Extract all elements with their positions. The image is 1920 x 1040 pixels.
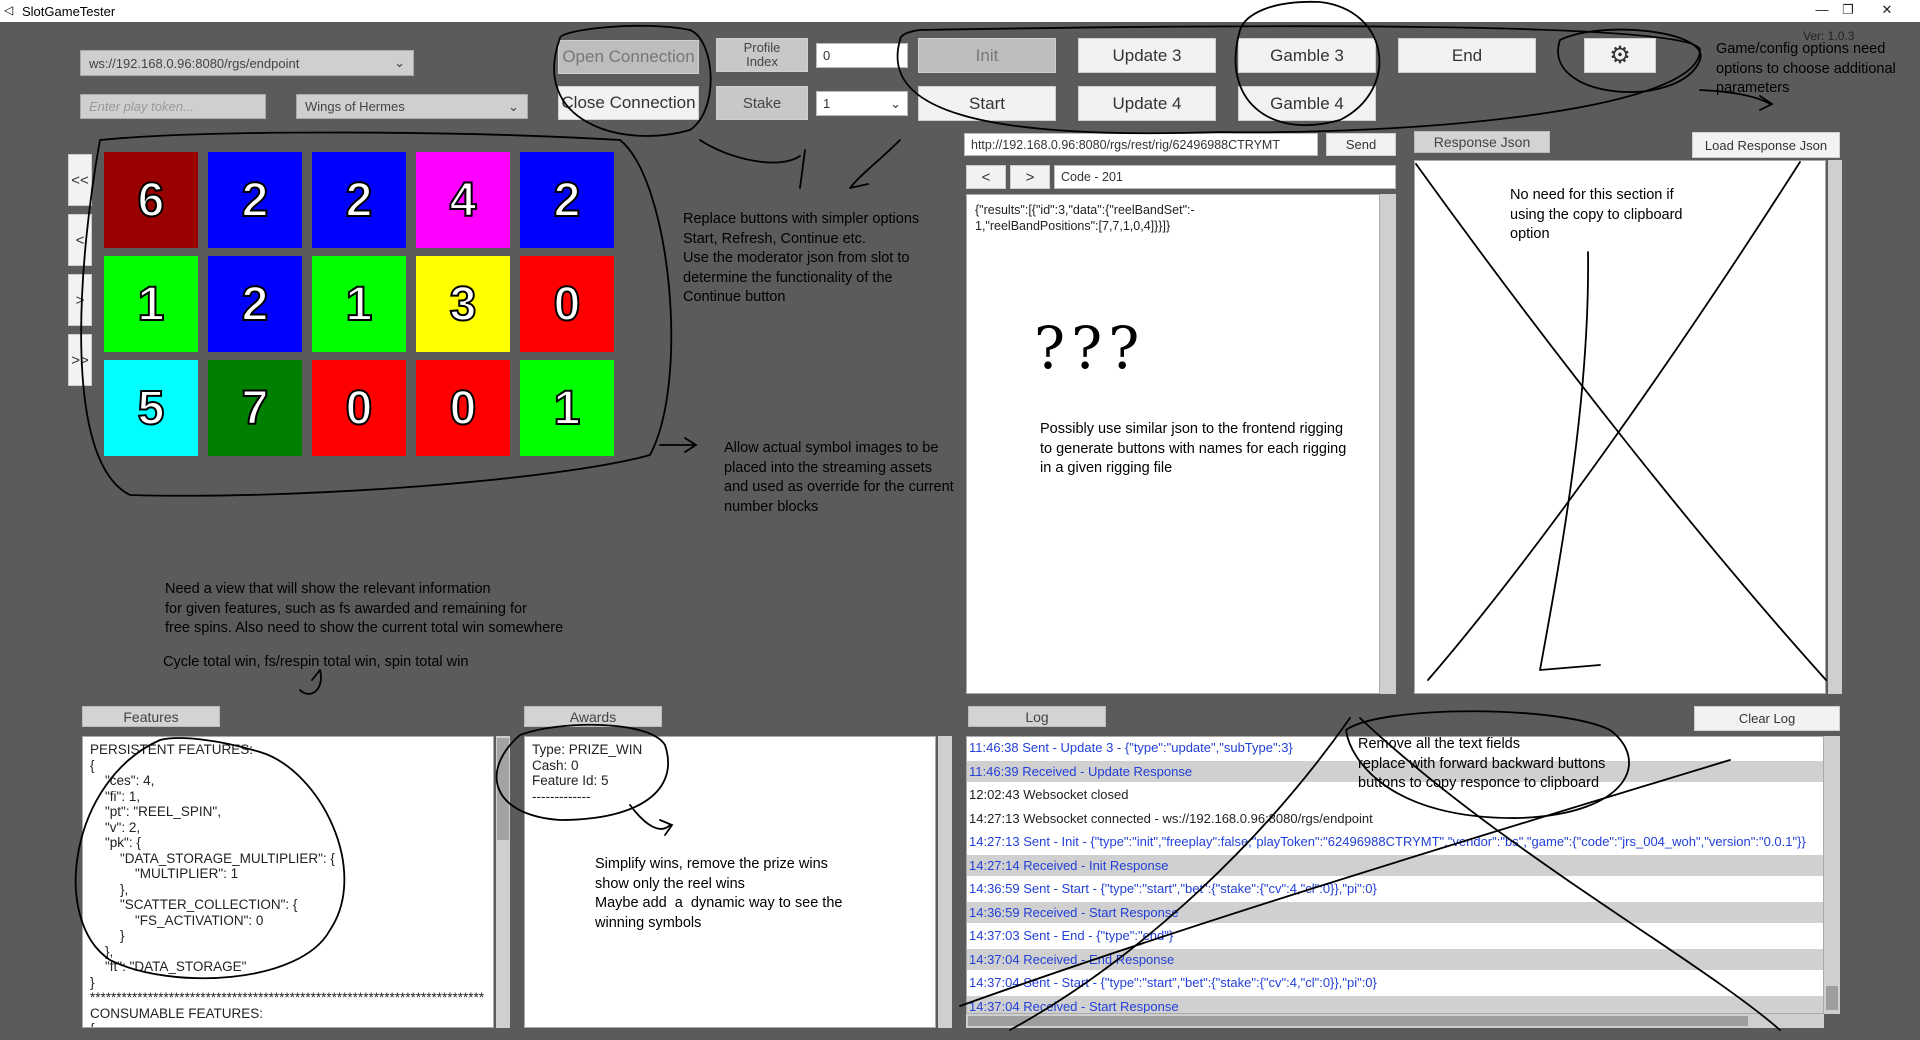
arrow-awards-note [629,804,674,836]
circle-log-note [1345,710,1630,819]
arrow-reel-grid [659,437,698,453]
arrow-config-note [1699,89,1774,111]
circle-features-json [74,737,346,980]
cross-response-panel-1 [1415,163,1827,681]
pen-annotation-overlay [74,0,1827,1031]
cross-log-panel-2 [959,759,1731,1007]
circle-reel-grid [80,131,673,497]
arrow-response-note [1539,251,1601,671]
arrow-buttons-note-2 [849,139,901,189]
circle-action-buttons [896,25,1701,135]
cross-response-panel-2 [1427,161,1801,681]
cross-log-panel-3 [1009,717,1351,1031]
arrow-buttons-note [699,139,806,189]
circle-awards-text [495,723,670,821]
circle-connection-buttons [553,24,712,137]
circle-gamble-buttons [1234,0,1381,126]
arrow-features-note [299,669,322,695]
circle-settings-button [1557,28,1702,93]
